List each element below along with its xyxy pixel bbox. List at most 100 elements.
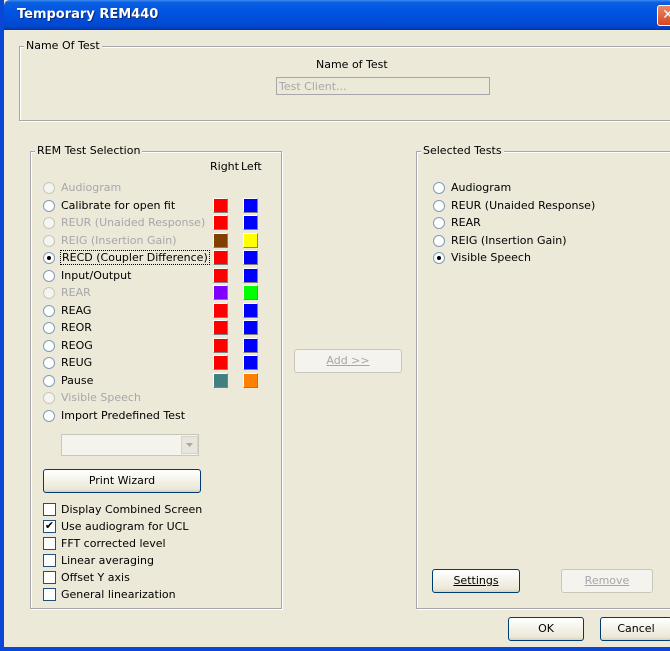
selected-test-radio[interactable] bbox=[433, 200, 445, 212]
name-of-test-field[interactable]: Test Client... bbox=[276, 77, 490, 95]
rem-test-row[interactable]: REUG bbox=[31, 355, 281, 372]
option-checkbox[interactable] bbox=[43, 503, 56, 516]
left-color-swatch[interactable] bbox=[243, 355, 258, 370]
left-column-header: Left bbox=[241, 160, 262, 173]
remove-label: Remove bbox=[584, 574, 630, 587]
rem-test-row[interactable]: REOR bbox=[31, 320, 281, 337]
selected-test-radio[interactable] bbox=[433, 182, 445, 194]
selected-tests-group: Selected Tests Audiogram REUR (Unaided Re… bbox=[416, 144, 670, 609]
option-row[interactable]: General linearization bbox=[31, 587, 281, 603]
selected-test-label: REIG (Insertion Gain) bbox=[451, 234, 567, 247]
test-label: Visible Speech bbox=[61, 391, 141, 404]
left-color-swatch[interactable] bbox=[243, 250, 258, 265]
option-label: FFT corrected level bbox=[61, 537, 166, 550]
option-label: General linearization bbox=[61, 588, 176, 601]
right-color-swatch[interactable] bbox=[213, 233, 228, 248]
option-row[interactable]: Display Combined Screen bbox=[31, 502, 281, 518]
left-color-swatch[interactable] bbox=[243, 285, 258, 300]
test-radio bbox=[43, 392, 55, 404]
left-color-swatch[interactable] bbox=[243, 233, 258, 248]
remove-button[interactable]: Remove bbox=[561, 569, 653, 593]
rem-test-row[interactable]: RECD (Coupler Difference) bbox=[31, 250, 281, 267]
right-color-swatch[interactable] bbox=[213, 320, 228, 335]
test-radio[interactable] bbox=[43, 322, 55, 334]
right-color-swatch[interactable] bbox=[213, 338, 228, 353]
option-checkbox[interactable] bbox=[43, 537, 56, 550]
left-color-swatch[interactable] bbox=[243, 198, 258, 213]
rem-test-row[interactable]: Calibrate for open fit bbox=[31, 198, 281, 215]
rem-test-row: Visible Speech bbox=[31, 390, 281, 407]
test-label: Input/Output bbox=[61, 269, 132, 282]
test-radio bbox=[43, 235, 55, 247]
option-checkbox[interactable] bbox=[43, 571, 56, 584]
selected-test-radio[interactable] bbox=[433, 252, 445, 264]
print-wizard-label: Print Wizard bbox=[88, 474, 156, 487]
option-row[interactable]: Linear averaging bbox=[31, 553, 281, 569]
selected-test-row[interactable]: Visible Speech bbox=[417, 250, 667, 267]
chevron-down-icon bbox=[186, 443, 193, 447]
rem-test-row[interactable]: REOG bbox=[31, 338, 281, 355]
test-radio[interactable] bbox=[43, 200, 55, 212]
dialog-window: Temporary REM440 ✕ Name Of Test Name of … bbox=[0, 0, 670, 651]
close-button[interactable]: ✕ bbox=[657, 5, 670, 26]
right-color-swatch[interactable] bbox=[213, 250, 228, 265]
test-radio[interactable] bbox=[43, 305, 55, 317]
title-bar[interactable]: Temporary REM440 ✕ bbox=[4, 0, 670, 30]
rem-test-row[interactable]: REAG bbox=[31, 303, 281, 320]
test-radio[interactable] bbox=[43, 357, 55, 369]
option-checkbox[interactable]: ✔ bbox=[43, 520, 56, 533]
right-color-swatch[interactable] bbox=[213, 373, 228, 388]
print-wizard-button[interactable]: Print Wizard bbox=[43, 469, 201, 493]
left-color-swatch[interactable] bbox=[243, 303, 258, 318]
option-row[interactable]: FFT corrected level bbox=[31, 536, 281, 552]
radio-dot bbox=[437, 256, 441, 260]
test-radio[interactable] bbox=[43, 252, 55, 264]
option-row[interactable]: ✔ Use audiogram for UCL bbox=[31, 519, 281, 535]
selected-test-row[interactable]: Audiogram bbox=[417, 180, 667, 197]
right-color-swatch[interactable] bbox=[213, 268, 228, 283]
left-color-swatch[interactable] bbox=[243, 373, 258, 388]
test-radio[interactable] bbox=[43, 270, 55, 282]
test-label: REIG (Insertion Gain) bbox=[61, 234, 177, 247]
right-color-swatch[interactable] bbox=[213, 303, 228, 318]
selected-test-row[interactable]: REUR (Unaided Response) bbox=[417, 198, 667, 215]
rem-test-row[interactable]: Pause bbox=[31, 373, 281, 390]
test-label: REOG bbox=[61, 339, 93, 352]
option-row[interactable]: Offset Y axis bbox=[31, 570, 281, 586]
dropdown-button[interactable] bbox=[181, 436, 198, 454]
right-color-swatch[interactable] bbox=[213, 198, 228, 213]
left-color-swatch[interactable] bbox=[243, 215, 258, 230]
test-label: RECD (Coupler Difference) bbox=[60, 250, 210, 265]
add-button[interactable]: Add >> bbox=[294, 349, 402, 373]
settings-button[interactable]: Settings bbox=[432, 569, 520, 593]
right-color-swatch[interactable] bbox=[213, 215, 228, 230]
test-label: REOR bbox=[61, 321, 92, 334]
rem-test-row[interactable]: Input/Output bbox=[31, 268, 281, 285]
selected-test-row[interactable]: REIG (Insertion Gain) bbox=[417, 233, 667, 250]
option-label: Offset Y axis bbox=[61, 571, 130, 584]
test-radio bbox=[43, 182, 55, 194]
close-icon: ✕ bbox=[662, 7, 670, 23]
add-button-label: Add >> bbox=[326, 354, 370, 367]
cancel-button[interactable]: Cancel bbox=[600, 617, 670, 641]
rem-test-row[interactable]: Import Predefined Test bbox=[31, 408, 281, 425]
predefined-test-dropdown[interactable] bbox=[61, 434, 199, 456]
option-checkbox[interactable] bbox=[43, 554, 56, 567]
option-checkbox[interactable] bbox=[43, 588, 56, 601]
selected-test-row[interactable]: REAR bbox=[417, 215, 667, 232]
left-color-swatch[interactable] bbox=[243, 268, 258, 283]
test-label: REAR bbox=[61, 286, 91, 299]
test-label: Pause bbox=[61, 374, 94, 387]
right-color-swatch[interactable] bbox=[213, 285, 228, 300]
left-color-swatch[interactable] bbox=[243, 338, 258, 353]
test-label: Import Predefined Test bbox=[61, 409, 186, 422]
ok-button[interactable]: OK bbox=[508, 617, 584, 641]
right-color-swatch[interactable] bbox=[213, 355, 228, 370]
test-radio[interactable] bbox=[43, 375, 55, 387]
test-radio[interactable] bbox=[43, 410, 55, 422]
test-radio[interactable] bbox=[43, 340, 55, 352]
test-label: REUG bbox=[61, 356, 93, 369]
selected-test-radio[interactable] bbox=[433, 217, 445, 229]
left-color-swatch[interactable] bbox=[243, 320, 258, 335]
selected-test-radio[interactable] bbox=[433, 235, 445, 247]
